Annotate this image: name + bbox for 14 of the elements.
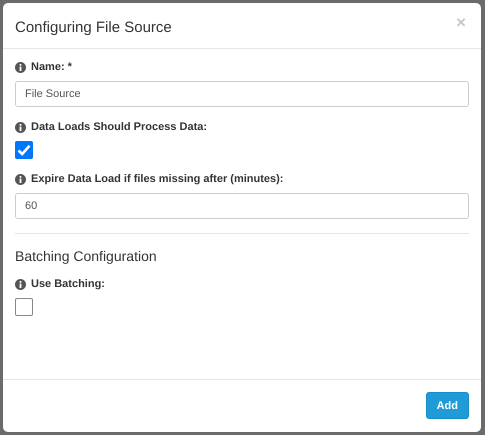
text-field[interactable]: File Source — [15, 81, 469, 107]
dialog-title: Configuring File Source — [15, 18, 172, 38]
info-icon — [15, 62, 26, 72]
section-heading: Batching Configuration — [15, 248, 158, 264]
field-label: Name: * — [31, 61, 72, 73]
checkbox[interactable] — [15, 298, 33, 316]
field-label: Expire Data Load if files missing after (minutes): — [31, 173, 284, 185]
info-icon — [15, 278, 26, 290]
info-icon — [15, 122, 26, 132]
checkbox[interactable] — [15, 141, 33, 159]
field-label: Use Batching: — [31, 278, 105, 290]
info-icon — [15, 174, 26, 184]
field-label: Data Loads Should Process Data: — [31, 121, 208, 133]
text-field[interactable]: 60 — [15, 193, 469, 219]
